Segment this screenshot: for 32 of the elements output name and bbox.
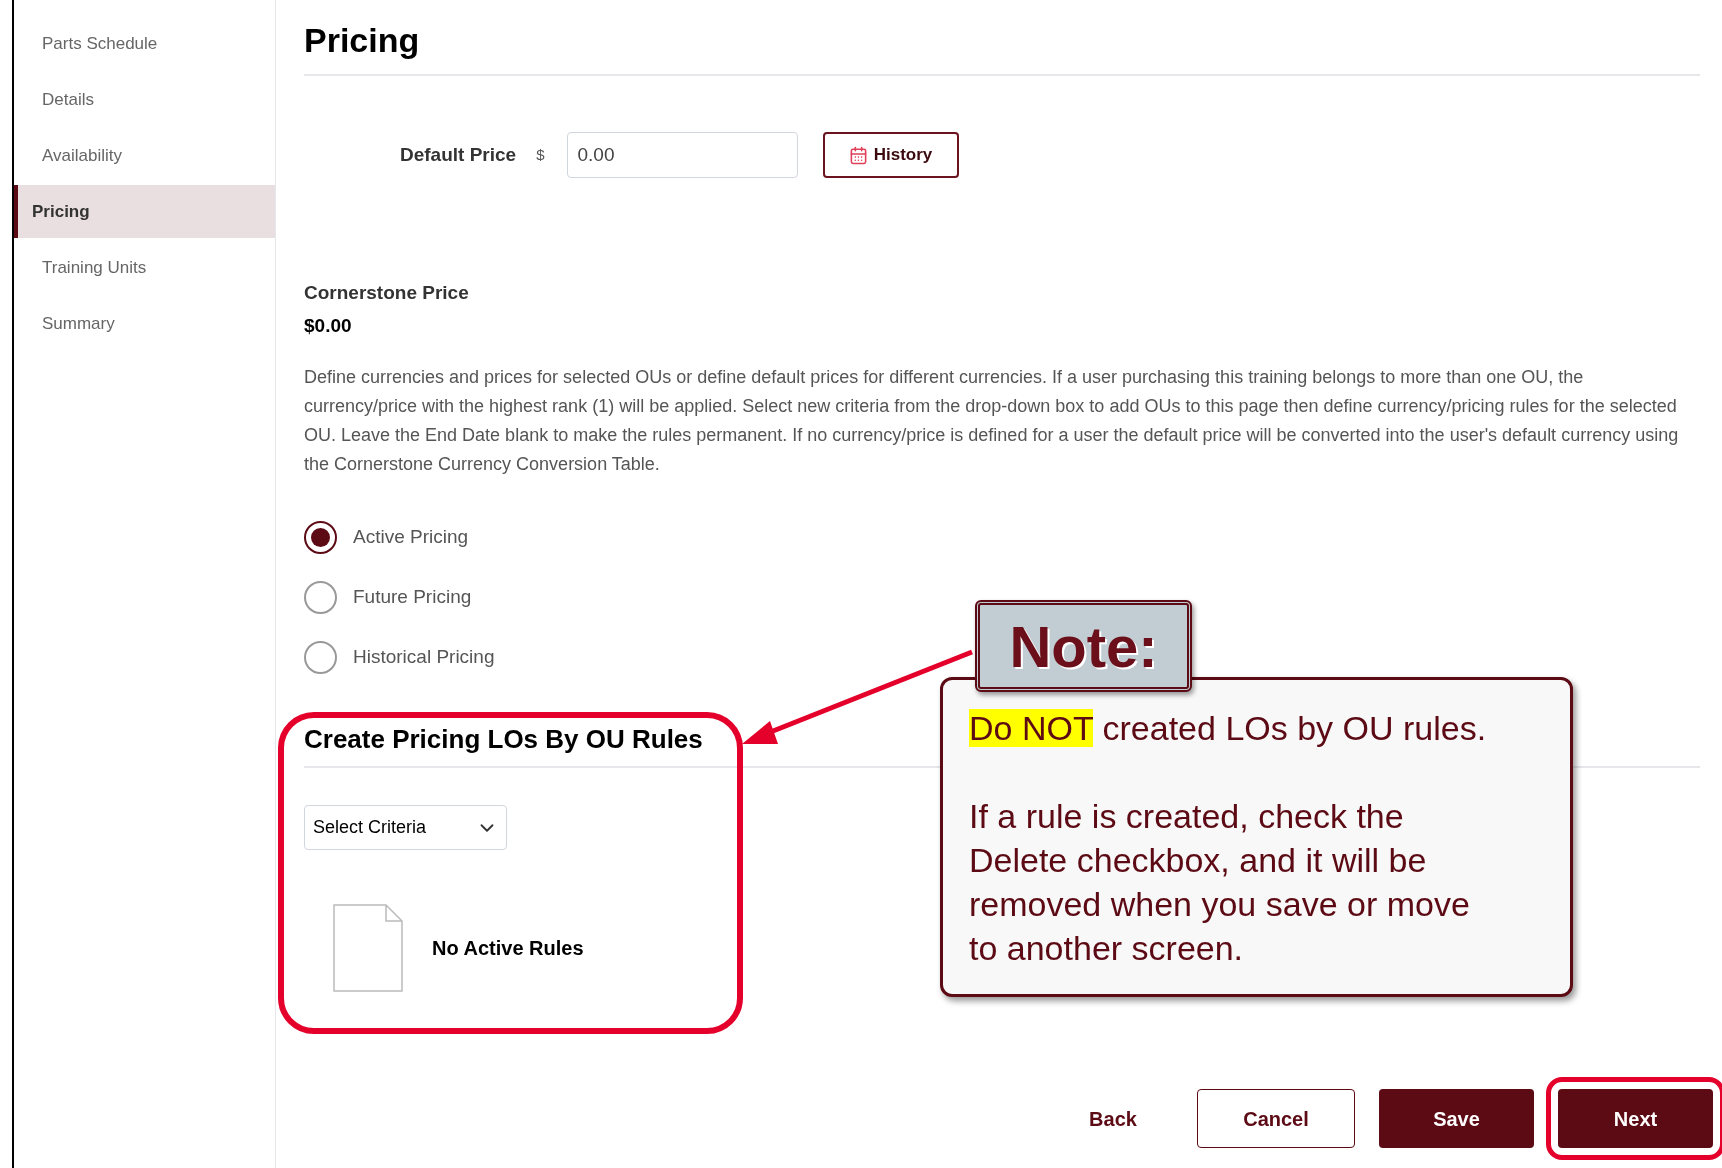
- empty-message: No Active Rules: [432, 936, 584, 961]
- radio-button[interactable]: [304, 581, 337, 614]
- footer-button[interactable]: Cancel: [1197, 1089, 1355, 1148]
- criteria-select[interactable]: Select Criteria: [304, 805, 507, 850]
- sidebar-item[interactable]: Parts Schedule: [14, 17, 275, 70]
- history-button[interactable]: History: [822, 132, 959, 178]
- sidebar-item[interactable]: Summary: [14, 297, 275, 350]
- highlighted-button[interactable]: Next: [1558, 1089, 1713, 1148]
- radio-label: Historical Pricing: [353, 645, 495, 670]
- radio-label: Future Pricing: [353, 585, 472, 610]
- currency-symbol: $: [536, 144, 545, 165]
- description-text: Define currencies and prices for selected OUs or define default prices for different currencies. If a user purchasing this training belongs to more than one OU, the currency/price with the highest rank (1) will be applied. Select new criteria from the drop-down box to add OUs to this page then define currency/pricing rules for the selected OU. Leave the End Date blank to make the rules permanent. If no currency/price is defined for a user the default price will be converted into the user's default currency using the Cornerstone Currency Conversion Table.: [304, 366, 1680, 476]
- footer-button[interactable]: Save: [1379, 1089, 1534, 1148]
- radio-button[interactable]: [304, 641, 337, 674]
- callout-text: If a rule is created, check the Delete checkbox, and it will be removed when you save or move to another screen.: [969, 796, 1471, 969]
- calendar-icon: [848, 145, 868, 165]
- cornerstone-price-label: Cornerstone Price: [304, 282, 470, 304]
- page-title: Pricing: [304, 20, 421, 61]
- radio-label: Active Pricing: [353, 525, 469, 550]
- callout-text: Do NOT created LOs by OU rules.: [969, 708, 1488, 749]
- cornerstone-price-value: $0.00: [304, 315, 353, 337]
- section-heading: Create Pricing LOs By OU Rules: [304, 724, 703, 754]
- note-label: Note:: [975, 600, 1192, 692]
- radio-button[interactable]: [304, 521, 337, 554]
- sidebar-item[interactable]: Training Units: [14, 241, 275, 294]
- sidebar-item[interactable]: Pricing: [14, 185, 275, 238]
- sidebar-item[interactable]: Details: [14, 73, 275, 126]
- price-input[interactable]: 0.00: [566, 132, 798, 178]
- sidebar-item[interactable]: Availability: [14, 129, 275, 182]
- document-icon: [332, 903, 404, 993]
- field-label: Default Price: [400, 142, 517, 167]
- footer-button[interactable]: Back: [1053, 1089, 1173, 1148]
